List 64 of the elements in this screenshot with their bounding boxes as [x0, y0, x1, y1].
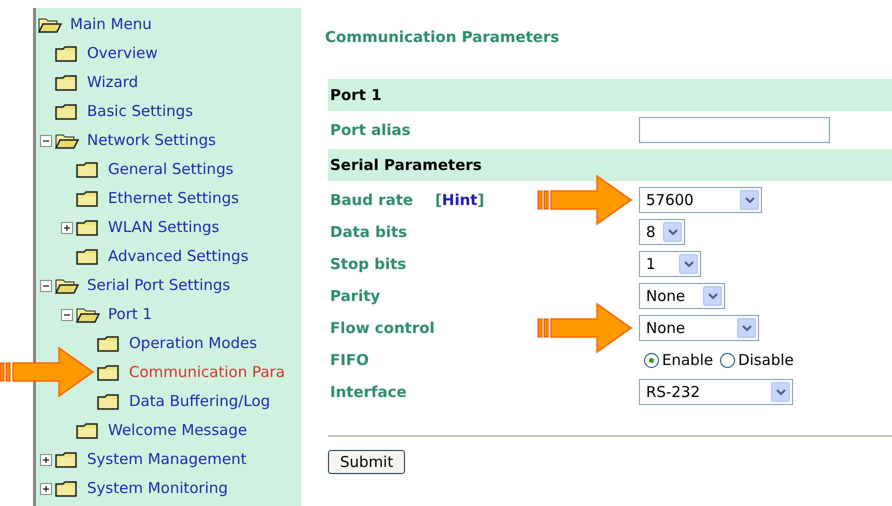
folder-icon [55, 450, 79, 468]
dropdown[interactable]: 8 [639, 219, 685, 245]
field-label: Baud rate [330, 190, 414, 211]
radio-label[interactable]: Enable [662, 348, 714, 372]
expand-icon[interactable] [40, 482, 52, 494]
dropdown[interactable]: 57600 [639, 187, 762, 213]
menu-item[interactable]: Main Menu [70, 13, 152, 36]
menu-item[interactable]: General Settings [108, 158, 234, 181]
collapse-icon[interactable] [61, 308, 73, 320]
collapse-icon[interactable] [40, 280, 52, 292]
page-title: Communication Parameters [325, 27, 560, 48]
field-label: FIFO [330, 350, 369, 371]
open-folder-icon [55, 132, 79, 150]
menu-item[interactable]: Data Buffering/Log [129, 390, 270, 413]
menu-item[interactable]: System Management [87, 448, 247, 471]
open-folder-icon [55, 276, 79, 294]
menu-item[interactable]: Serial Port Settings [87, 274, 230, 297]
menu-item[interactable]: Overview [87, 42, 158, 65]
folder-icon [76, 248, 100, 266]
dropdown[interactable]: RS-232 [639, 379, 793, 405]
menu-item[interactable]: Port 1 [108, 303, 152, 326]
section-title: Port 1 [330, 84, 382, 106]
submit-button[interactable]: Submit [328, 450, 406, 474]
section-title: Serial Parameters [330, 154, 482, 176]
radio-button[interactable] [720, 352, 736, 368]
folder-icon [76, 422, 100, 440]
menu-item[interactable]: System Monitoring [87, 477, 228, 500]
menu-item[interactable]: WLAN Settings [108, 216, 220, 239]
hint-link[interactable]: [Hint] [435, 188, 484, 212]
menu-item[interactable]: Basic Settings [87, 100, 194, 123]
expand-icon[interactable] [61, 222, 73, 234]
field-label: Data bits [330, 222, 408, 243]
folder-icon [97, 392, 121, 410]
radio-button[interactable] [644, 352, 659, 368]
menu-item[interactable]: Wizard [87, 71, 138, 94]
open-folder-icon [38, 16, 62, 34]
open-folder-icon [76, 306, 100, 324]
folder-icon [55, 44, 79, 62]
folder-icon [76, 218, 100, 236]
menu-item[interactable]: Advanced Settings [108, 245, 248, 268]
menu-item[interactable]: Communication Para [129, 361, 285, 384]
collapse-icon[interactable] [40, 134, 52, 146]
menu-item[interactable]: Network Settings [87, 129, 216, 152]
folder-icon [76, 190, 100, 208]
expand-icon[interactable] [40, 454, 52, 466]
field-label: Port alias [330, 120, 411, 141]
dropdown[interactable]: None [639, 283, 725, 309]
menu-item[interactable]: Ethernet Settings [108, 187, 239, 210]
radio-label[interactable]: Disable [738, 348, 794, 372]
field-label: Parity [330, 286, 380, 307]
folder-icon [97, 364, 121, 382]
folder-icon [55, 480, 79, 498]
field-label: Flow control [330, 318, 435, 339]
menu-item[interactable]: Operation Modes [129, 332, 258, 355]
folder-icon [55, 102, 79, 120]
folder-icon [55, 74, 79, 92]
folder-icon [97, 334, 121, 352]
field-label: Interface [330, 382, 407, 403]
field-label: Stop bits [330, 254, 406, 275]
menu-item[interactable]: Welcome Message [108, 419, 248, 442]
dropdown[interactable]: 1 [639, 251, 701, 277]
input-field[interactable] [639, 117, 830, 143]
dropdown[interactable]: None [639, 315, 759, 341]
folder-icon [76, 160, 100, 178]
